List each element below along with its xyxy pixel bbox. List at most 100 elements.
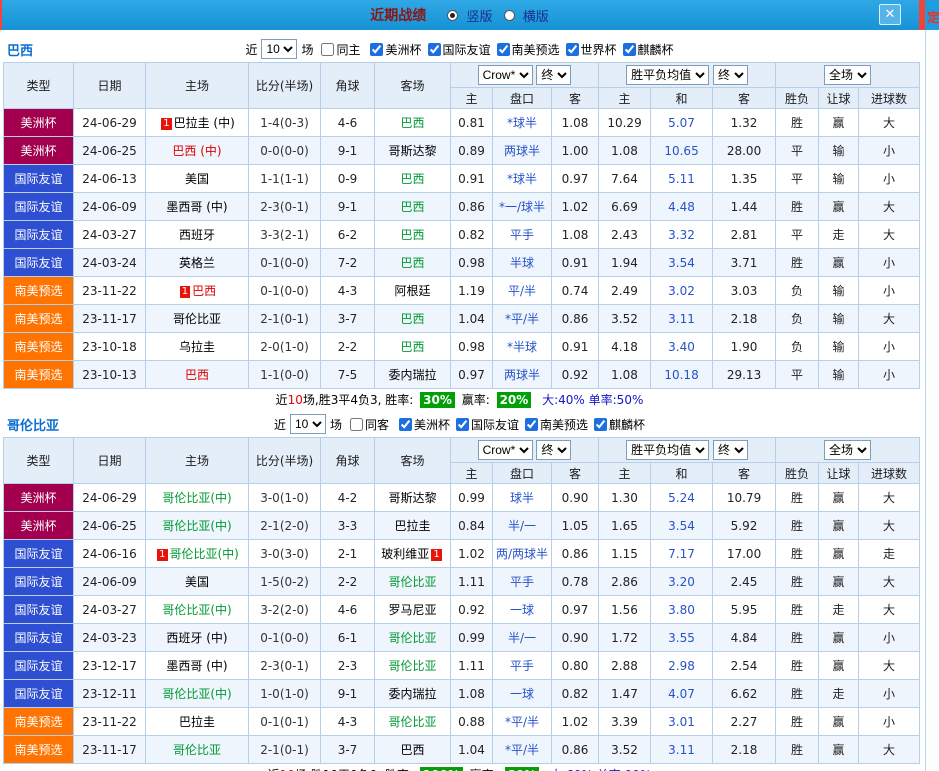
same-venue-checkbox[interactable] [321, 42, 335, 56]
match-type[interactable]: 南美预选 [3, 360, 74, 389]
team-name[interactable]: 哥伦比亚(中) [162, 603, 231, 617]
cup-checkbox[interactable] [427, 42, 441, 56]
team-name[interactable]: 哥伦比亚(中) [162, 687, 231, 701]
team-name[interactable]: 巴西 [192, 284, 216, 298]
team-name[interactable]: 墨西哥 (中) [166, 200, 227, 214]
team-name[interactable]: 委内瑞拉 [388, 368, 436, 382]
cup-checkbox[interactable] [370, 42, 384, 56]
team-name[interactable]: 巴拉圭 [394, 519, 430, 533]
team-name[interactable]: 巴西 (中) [172, 144, 221, 158]
same-venue-checkbox[interactable] [349, 417, 363, 431]
team-name[interactable]: 阿根廷 [394, 284, 430, 298]
team-name[interactable]: 哥斯达黎 [388, 491, 436, 505]
cup-filter[interactable]: 美洲杯 [398, 416, 450, 433]
team-name[interactable]: 巴拉圭 [179, 715, 215, 729]
cup-filter[interactable]: 国际友谊 [427, 41, 491, 58]
match-type[interactable]: 国际友谊 [3, 248, 74, 277]
vertical-layout-radio[interactable] [447, 9, 459, 21]
cup-filter[interactable]: 南美预选 [525, 416, 588, 433]
cup-filter[interactable]: 国际友谊 [456, 416, 519, 433]
team-name[interactable]: 巴西 [400, 172, 424, 186]
match-type[interactable]: 南美预选 [3, 276, 74, 305]
team-name[interactable]: 哥斯达黎 [388, 144, 436, 158]
team-name[interactable]: 哥伦比亚 [388, 715, 436, 729]
match-type[interactable]: 国际友谊 [3, 164, 74, 193]
match-type[interactable]: 美洲杯 [3, 483, 74, 512]
team-name[interactable]: 巴西 [400, 116, 424, 130]
match-type[interactable]: 国际友谊 [3, 651, 74, 680]
match-count-select[interactable]: 10 [289, 414, 326, 434]
cup-checkbox[interactable] [565, 42, 579, 56]
match-count-select[interactable]: 10 [261, 39, 298, 59]
match-type[interactable]: 国际友谊 [3, 220, 74, 249]
match-type[interactable]: 国际友谊 [3, 623, 74, 652]
cup-filter[interactable]: 麒麟杯 [622, 41, 674, 58]
cup-checkbox[interactable] [525, 417, 539, 431]
cup-checkbox[interactable] [398, 417, 412, 431]
match-type[interactable]: 南美预选 [3, 707, 74, 736]
horizontal-layout-label[interactable]: 横版 [523, 10, 549, 25]
match-type[interactable]: 南美预选 [3, 304, 74, 333]
match-type[interactable]: 南美预选 [3, 332, 74, 361]
team-title[interactable]: 哥伦比亚 [7, 415, 59, 434]
asia-time-select[interactable]: 终 [536, 440, 572, 460]
scope-select[interactable]: 全场 [824, 440, 872, 460]
cup-filter[interactable]: 世界杯 [565, 41, 617, 58]
team-name[interactable]: 罗马尼亚 [388, 603, 436, 617]
cup-checkbox[interactable] [456, 417, 469, 431]
team-name[interactable]: 乌拉圭 [179, 340, 215, 354]
team-name[interactable]: 巴西 [185, 368, 209, 382]
team-name[interactable]: 哥伦比亚 [173, 312, 221, 326]
team-name[interactable]: 哥伦比亚 [388, 575, 436, 589]
match-type[interactable]: 国际友谊 [3, 192, 74, 221]
cup-checkbox[interactable] [496, 42, 510, 56]
match-type[interactable]: 国际友谊 [3, 679, 74, 708]
team-name[interactable]: 哥伦比亚(中) [170, 547, 239, 561]
scope-select[interactable]: 全场 [824, 65, 872, 85]
team-name[interactable]: 巴西 [400, 200, 424, 214]
match-type[interactable]: 国际友谊 [3, 539, 74, 568]
cup-filter[interactable]: 南美预选 [496, 41, 560, 58]
cup-checkbox[interactable] [594, 417, 608, 431]
same-venue-filter[interactable]: 同客 [349, 416, 389, 433]
team-name[interactable]: 巴拉圭 (中) [174, 116, 235, 130]
team-name[interactable]: 西班牙 [179, 228, 215, 242]
team-name[interactable]: 哥伦比亚 [388, 659, 436, 673]
close-button[interactable]: ✕ [879, 4, 901, 25]
team-name[interactable]: 巴西 [400, 312, 424, 326]
match-type[interactable]: 国际友谊 [3, 595, 74, 624]
odds-company-select[interactable]: Crow* [477, 65, 533, 85]
vertical-layout-label[interactable]: 竖版 [466, 10, 492, 25]
team-name[interactable]: 哥伦比亚 [388, 631, 436, 645]
team-name[interactable]: 哥伦比亚(中) [162, 491, 231, 505]
team-name[interactable]: 委内瑞拉 [388, 687, 436, 701]
team-name[interactable]: 美国 [185, 575, 209, 589]
team-name[interactable]: 玻利维亚 [381, 547, 429, 561]
odds-company-select[interactable]: Crow* [477, 440, 533, 460]
team-name[interactable]: 巴西 [400, 256, 424, 270]
match-type[interactable]: 国际友谊 [3, 567, 74, 596]
team-name[interactable]: 美国 [185, 172, 209, 186]
cup-filter[interactable]: 美洲杯 [370, 41, 422, 58]
team-title[interactable]: 巴西 [7, 40, 33, 59]
team-name[interactable]: 巴西 [400, 743, 424, 757]
euro-metric-select[interactable]: 胜平负均值 [626, 65, 710, 85]
euro-time-select[interactable]: 终 [712, 440, 748, 460]
match-type[interactable]: 美洲杯 [3, 108, 74, 137]
match-type[interactable]: 美洲杯 [3, 136, 74, 165]
team-name[interactable]: 墨西哥 (中) [166, 659, 227, 673]
team-name[interactable]: 哥伦比亚(中) [162, 519, 231, 533]
team-name[interactable]: 巴西 [400, 228, 424, 242]
asia-time-select[interactable]: 终 [536, 65, 572, 85]
horizontal-layout-radio[interactable] [503, 9, 515, 21]
cup-checkbox[interactable] [622, 42, 636, 56]
match-type[interactable]: 美洲杯 [3, 511, 74, 540]
euro-time-select[interactable]: 终 [712, 65, 748, 85]
same-venue-filter[interactable]: 同主 [321, 41, 360, 58]
match-type[interactable]: 南美预选 [3, 735, 74, 764]
team-name[interactable]: 西班牙 (中) [166, 631, 227, 645]
team-name[interactable]: 巴西 [400, 340, 424, 354]
team-name[interactable]: 英格兰 [179, 256, 215, 270]
team-name[interactable]: 哥伦比亚 [173, 743, 221, 757]
euro-metric-select[interactable]: 胜平负均值 [626, 440, 710, 460]
